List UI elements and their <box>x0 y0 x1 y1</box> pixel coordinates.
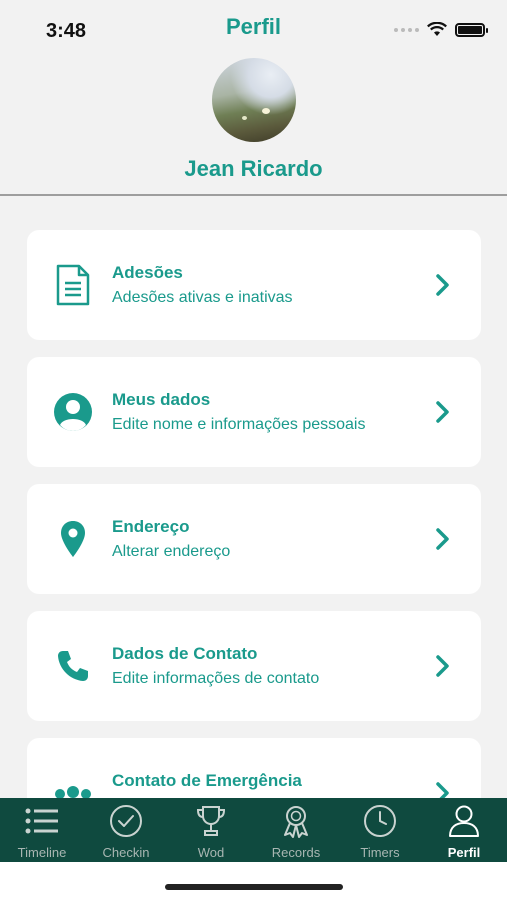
list-icon <box>25 804 59 838</box>
person-icon <box>447 804 481 838</box>
tab-timers[interactable]: Timers <box>338 798 422 862</box>
menu-item-title: Meus dados <box>112 390 211 409</box>
tab-wod[interactable]: Wod <box>169 798 253 862</box>
status-bar: 3:48 Perfil <box>0 0 507 58</box>
menu-item-subtitle: Edite nome e informações pessoais <box>112 416 366 433</box>
tab-perfil[interactable]: Perfil <box>422 798 506 862</box>
chevron-right-icon <box>436 655 449 677</box>
menu-item-subtitle: Adesões ativas e inativas <box>112 289 293 306</box>
phone-icon <box>51 644 95 688</box>
chevron-right-icon <box>436 401 449 423</box>
tab-checkin[interactable]: Checkin <box>84 798 168 862</box>
chevron-right-icon <box>436 274 449 296</box>
document-icon <box>51 263 95 307</box>
avatar[interactable] <box>212 58 296 142</box>
wifi-icon <box>427 22 447 36</box>
tab-timeline[interactable]: Timeline <box>0 798 84 862</box>
check-circle-icon <box>109 804 143 838</box>
user-name: Jean Ricardo <box>184 156 323 181</box>
tab-label: Checkin <box>102 845 150 860</box>
menu-item-subtitle: Alterar endereço <box>112 543 231 560</box>
menu-item-title: Adesões <box>112 263 183 282</box>
menu-item-dados-contato[interactable]: Dados de Contato Edite informações de co… <box>27 611 481 721</box>
tab-label: Timeline <box>17 845 67 860</box>
tab-label: Perfil <box>447 845 481 860</box>
menu-item-title: Endereço <box>112 517 190 536</box>
clock-icon <box>363 804 397 838</box>
location-pin-icon <box>51 517 95 561</box>
chevron-right-icon <box>436 528 449 550</box>
tab-label: Records <box>271 845 321 860</box>
tab-bar: Timeline Checkin Wod Records Timers Perf… <box>0 798 507 862</box>
menu-item-title: Dados de Contato <box>112 644 258 663</box>
battery-icon <box>455 22 488 37</box>
menu-item-adesoes[interactable]: Adesões Adesões ativas e inativas <box>27 230 481 340</box>
trophy-icon <box>194 804 228 838</box>
menu-item-meus-dados[interactable]: Meus dados Edite nome e informações pess… <box>27 357 481 467</box>
home-indicator[interactable] <box>165 884 343 890</box>
tab-label: Timers <box>360 845 400 860</box>
menu-item-title: Contato de Emergência <box>112 771 302 790</box>
status-icons <box>394 22 488 37</box>
tab-label: Wod <box>197 845 225 860</box>
menu-item-endereco[interactable]: Endereço Alterar endereço <box>27 484 481 594</box>
home-indicator-area <box>0 862 507 900</box>
menu-item-subtitle: Edite informações de contato <box>112 670 320 687</box>
profile-header: Jean Ricardo <box>0 58 507 196</box>
user-circle-icon <box>51 390 95 434</box>
tab-records[interactable]: Records <box>254 798 338 862</box>
award-ribbon-icon <box>279 804 313 838</box>
signal-icon <box>394 27 419 32</box>
